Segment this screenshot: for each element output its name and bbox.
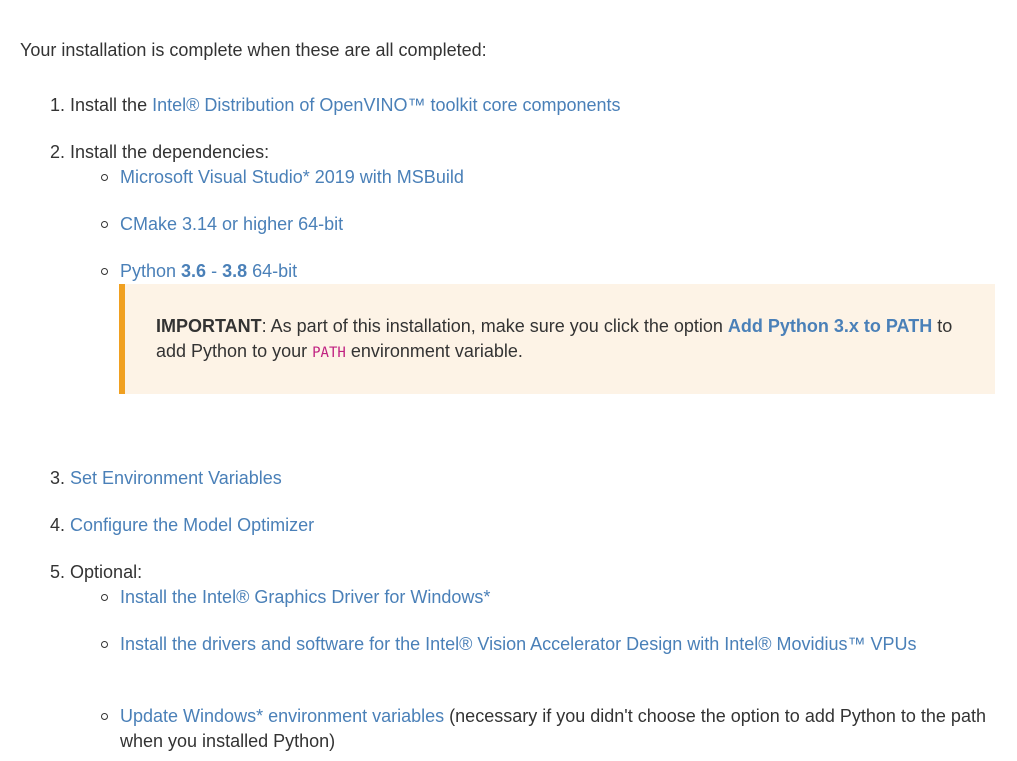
- openvino-core-components-link[interactable]: Intel® Distribution of OpenVINO™ toolkit…: [152, 95, 620, 115]
- callout-label: IMPORTANT: [156, 316, 262, 336]
- python-suffix: 64-bit: [247, 261, 298, 281]
- python-dash: -: [206, 261, 223, 281]
- step-2-text: Install the dependencies:: [70, 142, 270, 162]
- msvs-link[interactable]: Microsoft Visual Studio* 2019 with MSBui…: [120, 167, 464, 187]
- list-item: CMake 3.14 or higher 64-bit: [101, 212, 1000, 237]
- list-item: Install the drivers and software for the…: [101, 632, 960, 657]
- configure-model-optimizer-link[interactable]: Configure the Model Optimizer: [70, 515, 314, 535]
- set-env-vars-link[interactable]: Set Environment Variables: [70, 468, 282, 488]
- step-number: 1.: [50, 95, 66, 115]
- callout-text-1: : As part of this installation, make sur…: [261, 316, 728, 336]
- add-python-to-path-link[interactable]: Add Python 3.x to PATH: [728, 316, 932, 336]
- python-link[interactable]: Python 3.6 - 3.8 64-bit: [120, 261, 297, 281]
- step-number: 2.: [50, 142, 66, 162]
- step-number: 3.: [50, 468, 66, 488]
- cmake-link[interactable]: CMake 3.14 or higher 64-bit: [120, 214, 343, 234]
- step-4: 4. Configure the Model Optimizer: [50, 513, 314, 538]
- step-number: 4.: [50, 515, 66, 535]
- graphics-driver-link[interactable]: Install the Intel® Graphics Driver for W…: [120, 587, 490, 607]
- vpu-drivers-link[interactable]: Install the drivers and software for the…: [120, 634, 917, 654]
- path-code: PATH: [312, 345, 346, 361]
- list-item: Microsoft Visual Studio* 2019 with MSBui…: [101, 165, 1000, 190]
- list-item: Install the Intel® Graphics Driver for W…: [101, 585, 1000, 610]
- step-1: 1. Install the Intel® Distribution of Op…: [50, 93, 621, 118]
- bullet-icon: [101, 713, 108, 720]
- step-2: 2. Install the dependencies:: [50, 140, 269, 165]
- python-prefix: Python: [120, 261, 182, 281]
- list-item: Update Windows* environment variables (n…: [101, 704, 1000, 754]
- step-5: 5. Optional:: [50, 560, 142, 585]
- python-min-version: 3.6: [181, 261, 207, 281]
- bullet-icon: [101, 221, 108, 228]
- callout-text: IMPORTANT: As part of this installation,…: [156, 314, 966, 366]
- list-item: Python 3.6 - 3.8 64-bit: [101, 259, 1000, 284]
- bullet-icon: [101, 594, 108, 601]
- intro-text: Your installation is complete when these…: [20, 40, 487, 60]
- step-number: 5.: [50, 562, 66, 582]
- python-max-version: 3.8: [222, 261, 248, 281]
- step-3: 3. Set Environment Variables: [50, 466, 282, 491]
- step-5-text: Optional:: [70, 562, 143, 582]
- step-1-prefix: Install the: [70, 95, 153, 115]
- update-env-vars-link[interactable]: Update Windows* environment variables: [120, 706, 444, 726]
- callout-text-3: environment variable.: [345, 341, 523, 361]
- important-callout: IMPORTANT: As part of this installation,…: [119, 284, 995, 394]
- bullet-icon: [101, 268, 108, 275]
- bullet-icon: [101, 641, 108, 648]
- bullet-icon: [101, 174, 108, 181]
